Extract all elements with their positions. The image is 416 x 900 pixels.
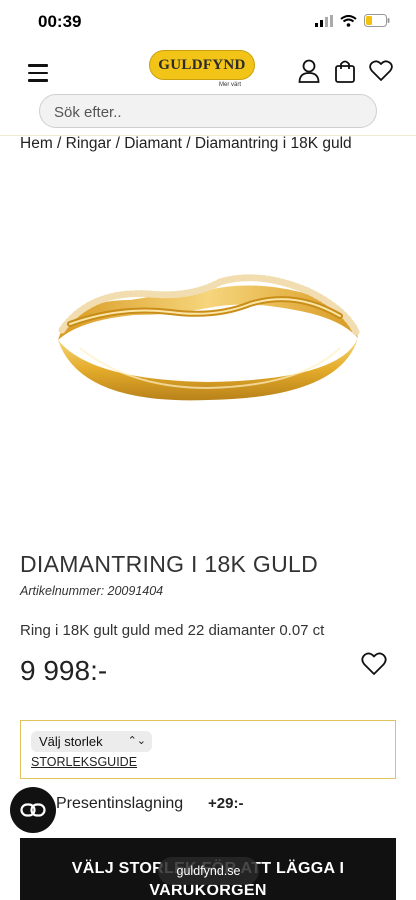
size-select[interactable]: Välj storlek ⌃⌄: [31, 731, 152, 752]
article-number: Artikelnummer: 20091404: [20, 584, 164, 598]
site-header: GULDFYND Mer värt Sök efter..: [0, 44, 416, 136]
product-image[interactable]: [40, 220, 376, 420]
product-title: DIAMANTRING I 18K GULD: [20, 551, 318, 577]
browser-url-bar[interactable]: guldfynd.se: [158, 857, 259, 885]
header-actions: [296, 58, 394, 84]
url-text: guldfynd.se: [176, 864, 241, 878]
wishlist-heart-icon[interactable]: [361, 652, 389, 678]
breadcrumb[interactable]: Hem / Ringar / Diamant / Diamantring i 1…: [20, 135, 352, 153]
wifi-icon: [340, 14, 357, 32]
signal-icon: [315, 14, 333, 32]
logo-text: GULDFYND: [158, 56, 246, 73]
logo[interactable]: GULDFYND Mer värt: [149, 50, 255, 90]
status-bar: 00:39: [0, 0, 416, 44]
chevron-updown-icon: ⌃⌄: [127, 735, 146, 747]
size-options-box: Välj storlek ⌃⌄ STORLEKSGUIDE: [20, 720, 396, 779]
gift-wrap-price: +29:-: [208, 795, 244, 812]
product-description: Ring i 18K gult guld med 22 diamanter 0.…: [20, 622, 325, 639]
account-icon[interactable]: [296, 58, 322, 84]
status-time: 00:39: [38, 12, 82, 31]
size-select-label: Välj storlek: [39, 734, 103, 749]
product-price: 9 998:-: [20, 655, 108, 686]
link-icon: [20, 803, 46, 817]
cookie-consent-button[interactable]: [10, 787, 56, 833]
bag-icon[interactable]: [332, 58, 358, 84]
heart-icon[interactable]: [368, 58, 394, 84]
search-placeholder: Sök efter..: [54, 104, 122, 121]
status-icons: [315, 14, 390, 32]
gift-wrap-label[interactable]: Presentinslagning: [56, 795, 183, 813]
logo-tagline: Mer värt: [218, 82, 241, 88]
search-input[interactable]: Sök efter..: [39, 94, 377, 128]
battery-icon: [364, 14, 390, 32]
menu-button[interactable]: [28, 64, 48, 82]
logo-badge: GULDFYND: [149, 50, 255, 80]
size-guide-link[interactable]: STORLEKSGUIDE: [31, 755, 137, 769]
